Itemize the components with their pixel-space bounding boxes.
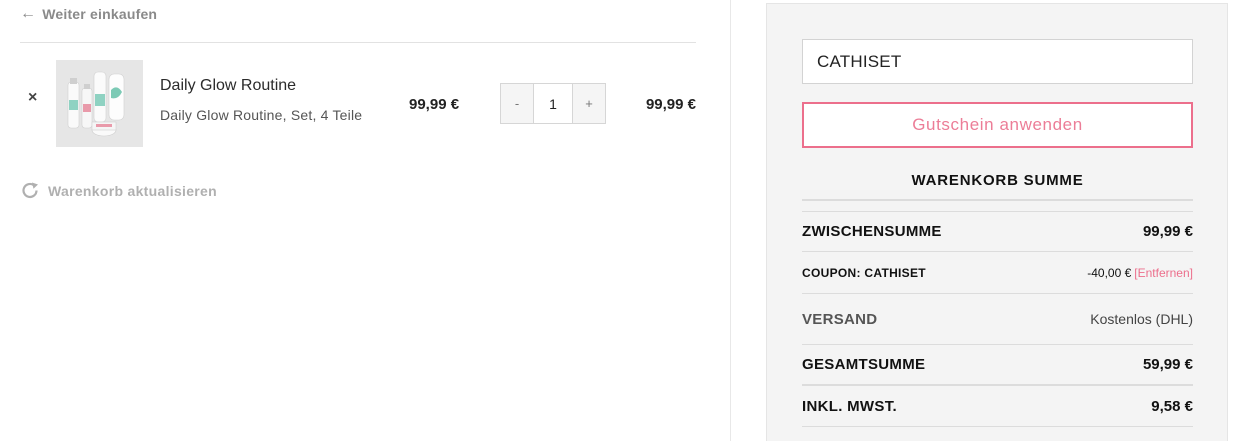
- cart-item-row: × Daily Glow Routine Daily Glow Routine,: [20, 60, 696, 148]
- grand-total-value: 59,99 €: [1142, 355, 1193, 373]
- continue-shopping-label: Weiter einkaufen: [42, 6, 158, 22]
- quantity-stepper: - +: [500, 83, 606, 124]
- unit-price: 99,99 €: [409, 96, 460, 113]
- grand-total-row: GESAMTSUMME 59,99 €: [802, 353, 1193, 375]
- divider: [802, 344, 1193, 345]
- product-image[interactable]: [56, 60, 143, 147]
- product-name-link[interactable]: Daily Glow Routine: [160, 77, 296, 95]
- divider: [802, 199, 1193, 201]
- coupon-label: COUPON: CATHISET: [802, 266, 926, 280]
- increase-quantity-button[interactable]: +: [573, 84, 605, 123]
- cart-main: ← Weiter einkaufen × Daily Glow Routine …: [20, 0, 696, 441]
- quantity-input[interactable]: [533, 84, 573, 123]
- subtotal-label: ZWISCHENSUMME: [802, 222, 942, 240]
- subtotal-value: 99,99 €: [1142, 222, 1193, 240]
- tax-label: INKL. MWST.: [802, 397, 897, 415]
- divider: [802, 251, 1193, 252]
- arrow-left-icon: ←: [20, 5, 37, 22]
- line-total: 99,99 €: [645, 96, 696, 113]
- shipping-value: Kostenlos (DHL): [1090, 311, 1193, 327]
- shipping-label: VERSAND: [802, 310, 878, 328]
- cart-totals-sidebar: Gutschein anwenden WARENKORB SUMME ZWISC…: [766, 3, 1228, 441]
- product-set-illustration: [56, 60, 143, 147]
- divider: [802, 384, 1193, 386]
- divider: [802, 211, 1193, 212]
- column-divider: [730, 0, 731, 441]
- shipping-row: VERSAND Kostenlos (DHL): [802, 308, 1193, 330]
- tax-row: INKL. MWST. 9,58 €: [802, 395, 1193, 417]
- coupon-amount-wrap: -40,00 € [Entfernen]: [1087, 266, 1193, 280]
- cart-totals-heading: WARENKORB SUMME: [911, 172, 1084, 189]
- divider: [802, 426, 1193, 427]
- continue-shopping-link[interactable]: ← Weiter einkaufen: [20, 5, 157, 23]
- update-cart-label: Warenkorb aktualisieren: [48, 183, 217, 199]
- subtotal-row: ZWISCHENSUMME 99,99 €: [802, 220, 1193, 242]
- update-cart-button[interactable]: Warenkorb aktualisieren: [20, 181, 217, 201]
- divider: [20, 42, 696, 43]
- coupon-value: -40,00 €: [1087, 266, 1132, 280]
- remove-coupon-link[interactable]: [Entfernen]: [1134, 266, 1193, 280]
- decrease-quantity-button[interactable]: -: [501, 84, 533, 123]
- divider: [802, 293, 1193, 294]
- refresh-icon: [22, 182, 38, 199]
- apply-coupon-button[interactable]: Gutschein anwenden: [802, 102, 1193, 148]
- product-variant: Daily Glow Routine, Set, 4 Teile: [160, 107, 363, 123]
- coupon-row: COUPON: CATHISET -40,00 € [Entfernen]: [802, 263, 1193, 283]
- coupon-code-input[interactable]: [802, 39, 1193, 84]
- tax-value: 9,58 €: [1151, 397, 1193, 415]
- close-icon[interactable]: ×: [28, 89, 37, 107]
- grand-total-label: GESAMTSUMME: [802, 355, 926, 373]
